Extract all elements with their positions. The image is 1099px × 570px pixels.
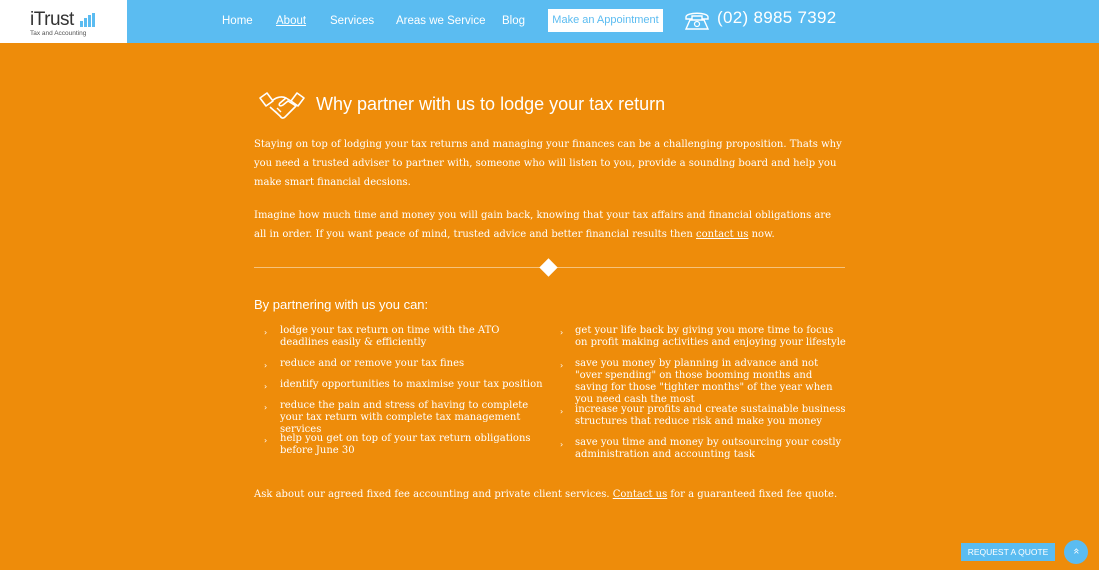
- benefit-item: identify opportunities to maximise your …: [280, 379, 543, 390]
- phone-icon: [684, 12, 710, 30]
- nav-home[interactable]: Home: [222, 0, 253, 43]
- contact-paragraph: Imagine how much time and money you will…: [254, 206, 844, 244]
- nav-about[interactable]: About: [276, 0, 306, 43]
- diamond-divider-icon: [539, 258, 558, 277]
- benefit-item: lodge your tax return on time with the A…: [280, 325, 500, 348]
- nav-areas-we-service[interactable]: Areas we Service: [396, 0, 485, 43]
- logo-wordmark: iTrust: [30, 9, 74, 30]
- nav-services[interactable]: Services: [330, 0, 374, 43]
- fixed-fee-text: Ask about our agreed fixed fee accountin…: [254, 489, 613, 500]
- benefit-item: save you time and money by outsourcing y…: [575, 437, 842, 460]
- intro-paragraph: Staying on top of lodging your tax retur…: [254, 139, 842, 188]
- logo[interactable]: iTrust Tax and Accounting: [0, 0, 127, 43]
- scroll-top-button[interactable]: »: [1064, 540, 1088, 564]
- benefit-item: reduce and or remove your tax fines: [280, 358, 465, 369]
- nav-blog[interactable]: Blog: [502, 0, 525, 43]
- phone-number[interactable]: (02) 8985 7392: [717, 8, 837, 28]
- benefit-item: get your life back by giving you more ti…: [575, 325, 846, 348]
- fixed-fee-note: Ask about our agreed fixed fee accountin…: [254, 485, 844, 504]
- bullet-icon: ›: [264, 403, 268, 412]
- bullet-icon: ›: [560, 407, 564, 416]
- handshake-icon: [259, 92, 305, 119]
- contact-us-link[interactable]: contact us: [696, 229, 748, 240]
- benefits-heading: By partnering with us you can:: [254, 297, 429, 312]
- bullet-icon: ›: [264, 382, 268, 391]
- make-appointment-button[interactable]: Make an Appointment: [548, 9, 663, 32]
- benefit-item: help you get on top of your tax return o…: [280, 433, 531, 456]
- site-header: iTrust Tax and Accounting Home About Ser…: [0, 0, 1099, 43]
- bullet-icon: ›: [264, 361, 268, 370]
- bullet-icon: ›: [560, 328, 564, 337]
- bullet-icon: ›: [264, 436, 268, 445]
- request-quote-button[interactable]: REQUEST A QUOTE: [961, 543, 1055, 561]
- bullet-icon: ›: [560, 440, 564, 449]
- chevron-double-up-icon: »: [1068, 547, 1082, 555]
- benefit-item: reduce the pain and stress of having to …: [280, 400, 529, 435]
- benefit-item: save you money by planning in advance an…: [575, 358, 833, 405]
- benefit-item: increase your profits and create sustain…: [575, 404, 846, 427]
- bullet-icon: ›: [264, 328, 268, 337]
- contact-paragraph-end: now.: [748, 229, 775, 240]
- logo-tagline: Tax and Accounting: [30, 30, 87, 37]
- fixed-fee-text-end: for a guaranteed fixed fee quote.: [667, 489, 838, 500]
- bullet-icon: ›: [560, 361, 564, 370]
- bar-chart-icon: [80, 13, 96, 27]
- page-title: Why partner with us to lodge your tax re…: [316, 94, 666, 114]
- contact-us-link-2[interactable]: Contact us: [613, 489, 667, 500]
